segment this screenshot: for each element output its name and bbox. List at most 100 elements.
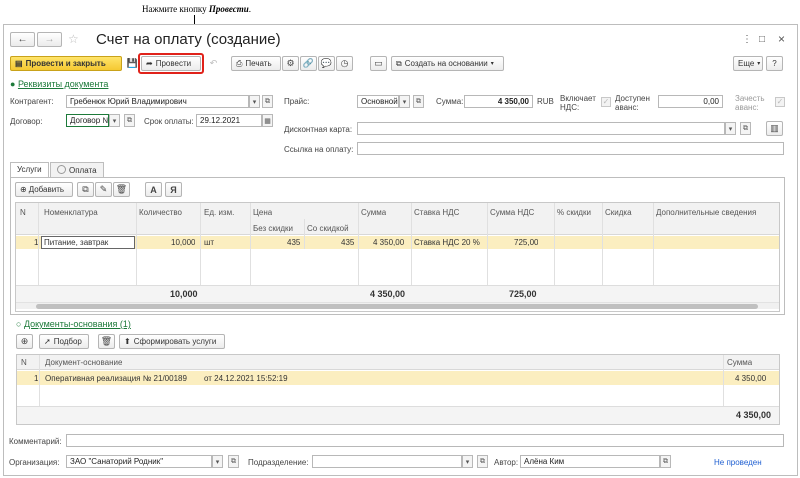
- basis-total: 4 350,00: [736, 410, 772, 420]
- close-icon[interactable]: ×: [778, 32, 785, 46]
- contractor-open-icon[interactable]: ⧉: [262, 95, 273, 108]
- comment-icon[interactable]: 💬: [318, 56, 335, 71]
- font-a-icon[interactable]: A: [145, 182, 162, 197]
- comment-field[interactable]: [66, 434, 784, 447]
- author-open-icon[interactable]: ⧉: [660, 455, 671, 468]
- price-list-open-icon[interactable]: ⧉: [413, 95, 424, 108]
- row-vat-sum: 725,00: [514, 238, 539, 247]
- table-header: [17, 355, 779, 370]
- price-list-dropdown[interactable]: ▾: [399, 95, 410, 108]
- add-button[interactable]: ⊕ Добавить: [15, 182, 73, 197]
- settings-icon[interactable]: ⚙: [282, 56, 299, 71]
- row-vat-rate: Ставка НДС 20 %: [414, 238, 480, 247]
- arrow-left-icon: ←: [17, 34, 28, 45]
- form-services-button[interactable]: ⬆ Сформировать услуги: [119, 334, 225, 349]
- restore-icon[interactable]: □: [759, 34, 765, 45]
- link-icon[interactable]: 🔗: [300, 56, 317, 71]
- due-date-field[interactable]: 29.12.2021: [196, 114, 262, 127]
- font-ya-icon[interactable]: Я: [165, 182, 182, 197]
- organization-label: Организация:: [9, 458, 60, 467]
- contractor-label: Контрагент:: [10, 97, 54, 106]
- create-based-button[interactable]: ⧉ Создать на основании ▾: [391, 56, 504, 71]
- delete-basis-icon[interactable]: 🗑: [98, 334, 115, 349]
- copy-icon[interactable]: ⧉: [77, 182, 94, 197]
- report-structure-icon[interactable]: ▭: [370, 56, 387, 71]
- edit-icon[interactable]: ✎: [95, 182, 112, 197]
- organization-field[interactable]: ЗАО "Санаторий Родник": [66, 455, 212, 468]
- history-icon[interactable]: ◷: [336, 56, 353, 71]
- organization-open-icon[interactable]: ⧉: [228, 455, 239, 468]
- col-vat-rate: Ставка НДС: [414, 208, 460, 217]
- author-field[interactable]: Алёна Ким: [520, 455, 660, 468]
- discount-card-open-icon[interactable]: ⧉: [740, 122, 751, 135]
- row-price-nodisc: 435: [287, 238, 301, 247]
- printer-icon: ⎙: [236, 58, 243, 68]
- contractor-dropdown[interactable]: ▾: [249, 95, 260, 108]
- scrollbar-thumb[interactable]: [36, 304, 758, 309]
- discount-card-dropdown[interactable]: ▾: [725, 122, 736, 135]
- payment-link-field[interactable]: [357, 142, 784, 155]
- col-sum: Сумма: [361, 208, 387, 217]
- price-list-field[interactable]: Основной: [357, 95, 399, 108]
- forward-button[interactable]: →: [37, 32, 62, 47]
- discount-card-label: Дисконтная карта:: [284, 125, 353, 134]
- col-extra: Дополнительные сведения: [656, 208, 757, 217]
- plus-icon: ⊕: [20, 185, 27, 194]
- total-sum: 4 350,00: [370, 289, 406, 299]
- radio-icon: [57, 165, 66, 174]
- department-label: Подразделение:: [248, 458, 309, 467]
- col-discount: Скидка: [605, 208, 632, 217]
- basis-table: N Документ-основание Сумма 1 Оперативная…: [16, 354, 780, 425]
- col-divider: [304, 219, 305, 249]
- bullet-icon: ●: [10, 79, 18, 89]
- department-dropdown[interactable]: ▾: [462, 455, 473, 468]
- post-and-close-button[interactable]: ▤ Провести и закрыть: [10, 56, 122, 71]
- row-nomenclature[interactable]: Питание, завтрак: [41, 236, 135, 249]
- count-advance-checkbox[interactable]: ✓: [775, 97, 785, 107]
- row-price-disc: 435: [341, 238, 355, 247]
- contract-field[interactable]: Договор №: [66, 114, 109, 127]
- cursor-icon: ➚: [44, 337, 51, 346]
- basis-documents-link[interactable]: ○ Документы-основания (1): [16, 319, 131, 329]
- sum-label: Сумма:: [436, 97, 464, 106]
- total-quantity: 10,000: [170, 289, 198, 299]
- delete-icon[interactable]: 🗑: [113, 182, 130, 197]
- tab-services[interactable]: Услуги: [10, 162, 49, 177]
- create-based-icon: ⧉: [396, 58, 402, 68]
- post-button[interactable]: ➦ Провести: [141, 56, 201, 71]
- totals-row: [17, 406, 779, 424]
- contract-dropdown[interactable]: ▾: [109, 114, 120, 127]
- col-quantity: Количество: [139, 208, 182, 217]
- department-open-icon[interactable]: ⧉: [477, 455, 488, 468]
- pick-button[interactable]: ➚ Подбор: [39, 334, 89, 349]
- col-divider: [723, 355, 724, 406]
- help-button[interactable]: ?: [766, 56, 783, 71]
- vat-included-checkbox[interactable]: ✓: [601, 97, 611, 107]
- department-field[interactable]: [312, 455, 462, 468]
- calendar-icon[interactable]: ▦: [262, 114, 273, 127]
- available-advance-label: Доступен аванс:: [615, 94, 650, 112]
- favorite-star-icon[interactable]: ☆: [68, 32, 79, 46]
- vat-included-label: Включает НДС:: [560, 94, 596, 112]
- chevron-down-icon: ▾: [757, 61, 761, 67]
- back-button[interactable]: ←: [10, 32, 35, 47]
- price-list-label: Прайс:: [284, 97, 310, 106]
- document-details-link[interactable]: ● Реквизиты документа: [10, 79, 108, 89]
- contract-open-icon[interactable]: ⧉: [124, 114, 135, 127]
- sum-field: 4 350,00: [464, 95, 533, 108]
- undo-post-icon[interactable]: ↶: [205, 56, 222, 71]
- contractor-field[interactable]: Гребенюк Юрий Владимирович: [66, 95, 249, 108]
- more-button[interactable]: Еще ▾: [733, 56, 763, 71]
- print-button[interactable]: ⎙ Печать: [231, 56, 281, 71]
- tab-payment[interactable]: Оплата: [50, 162, 104, 177]
- organization-dropdown[interactable]: ▾: [212, 455, 223, 468]
- barcode-icon[interactable]: ▥: [766, 121, 783, 136]
- more-menu-icon[interactable]: ⋮: [742, 34, 752, 45]
- basis-row-doc: Оперативная реализация № 21/00189: [45, 374, 187, 383]
- post-close-icon: ▤: [15, 59, 23, 68]
- count-advance-label: Зачесть аванс:: [735, 94, 765, 112]
- horizontal-scrollbar[interactable]: [16, 302, 779, 309]
- add-basis-icon[interactable]: ⊕: [16, 334, 33, 349]
- discount-card-field[interactable]: [357, 122, 725, 135]
- chevron-down-icon: ▾: [490, 61, 494, 67]
